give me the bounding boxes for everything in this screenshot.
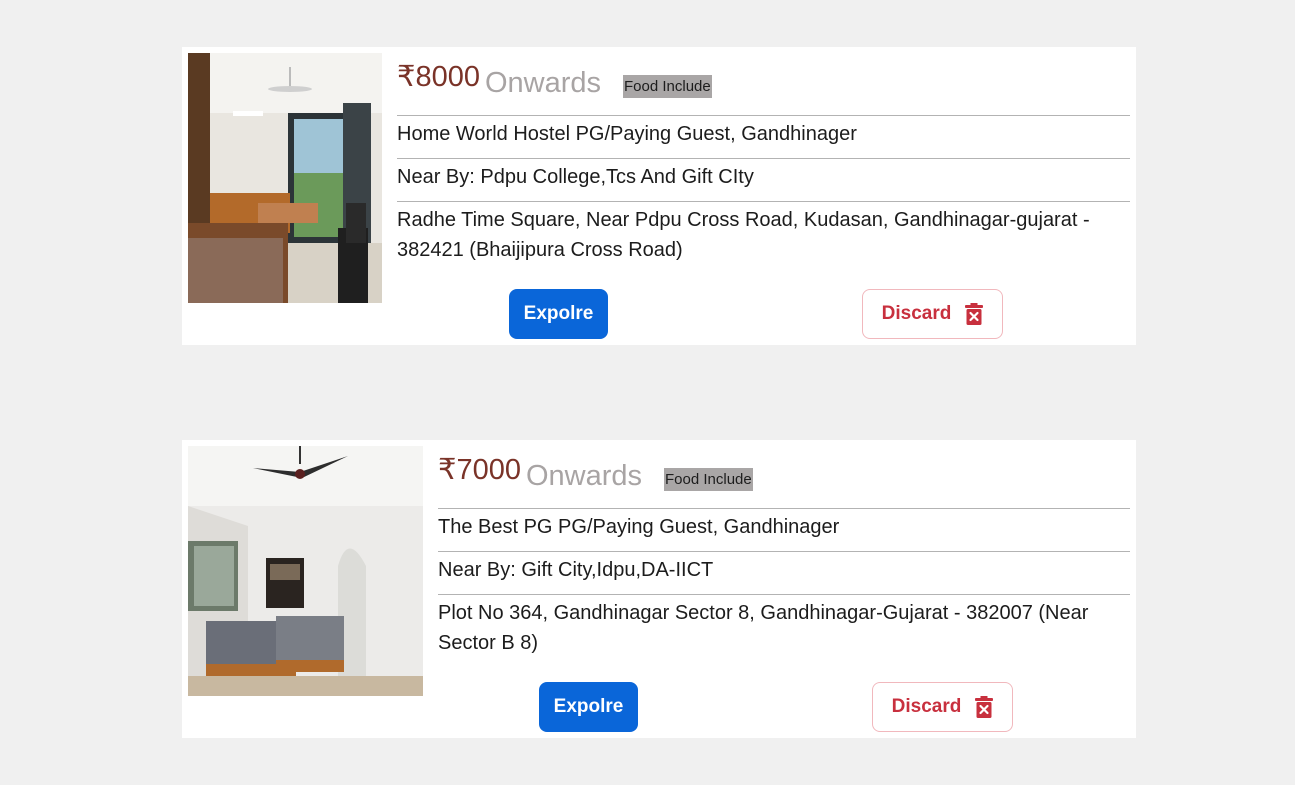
discard-button-label: Discard [881, 303, 952, 324]
discard-button[interactable]: Discard [872, 682, 1013, 732]
discard-button-label: Discard [891, 696, 962, 717]
price-onwards: Onwards [484, 67, 602, 99]
explore-button[interactable]: Expolre [509, 289, 608, 339]
explore-button[interactable]: Expolre [539, 682, 638, 732]
price-row: ₹8000 Onwards Food Include [397, 53, 1130, 115]
listing-name: The Best PG PG/Paying Guest, Gandhinager [438, 508, 1130, 551]
room-photo [188, 446, 423, 696]
explore-button-label: Expolre [553, 696, 624, 717]
listing-card: ₹7000 Onwards Food Include The Best PG P… [182, 440, 1136, 738]
food-include-badge: Food Include [623, 75, 712, 98]
price-onwards: Onwards [525, 460, 643, 492]
room-photo [188, 53, 382, 303]
address: Radhe Time Square, Near Pdpu Cross Road,… [397, 201, 1130, 265]
price-row: ₹7000 Onwards Food Include [438, 446, 1130, 508]
food-include-badge: Food Include [664, 468, 753, 491]
explore-button-label: Expolre [523, 303, 594, 324]
listing-info: ₹8000 Onwards Food Include Home World Ho… [397, 53, 1130, 265]
listing-card: ₹8000 Onwards Food Include Home World Ho… [182, 47, 1136, 345]
near-by: Near By: Pdpu College,Tcs And Gift CIty [397, 158, 1130, 201]
price: ₹7000 [438, 454, 521, 486]
price: ₹8000 [397, 61, 480, 93]
near-by: Near By: Gift City,Idpu,DA-IICT [438, 551, 1130, 594]
listing-info: ₹7000 Onwards Food Include The Best PG P… [438, 446, 1130, 658]
listing-name: Home World Hostel PG/Paying Guest, Gandh… [397, 115, 1130, 158]
discard-button[interactable]: Discard [862, 289, 1003, 339]
address: Plot No 364, Gandhinagar Sector 8, Gandh… [438, 594, 1130, 658]
trash-x-icon [975, 696, 994, 718]
trash-x-icon [965, 303, 984, 325]
